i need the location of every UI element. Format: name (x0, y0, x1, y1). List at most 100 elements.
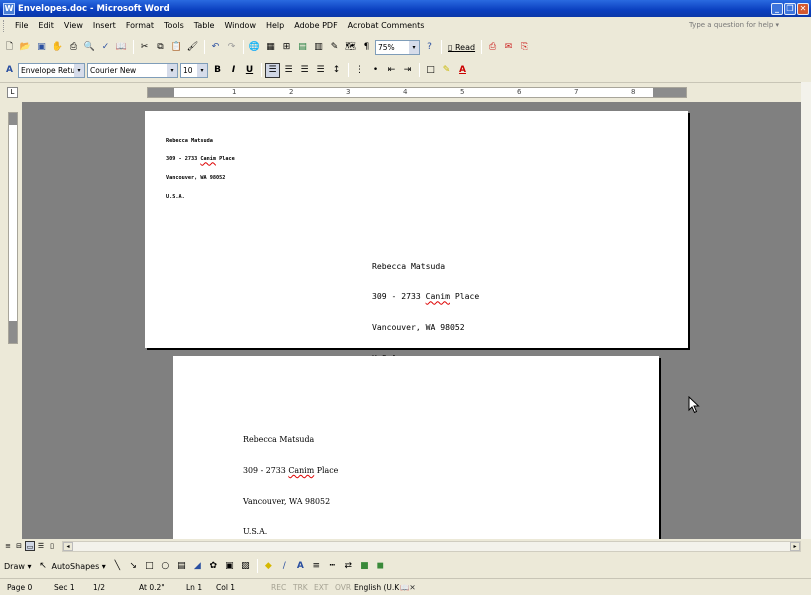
arrow-style-icon[interactable]: ⇄ (341, 559, 356, 574)
spelling-icon[interactable]: ✓ (98, 40, 113, 55)
menu-adobe-pdf[interactable]: Adobe PDF (289, 18, 342, 33)
return-address[interactable]: Rebecca Matsuda 309 - 2733 Canim Place V… (166, 125, 235, 213)
bullets-icon[interactable]: • (368, 63, 383, 78)
dash-style-icon[interactable]: ┅ (325, 559, 340, 574)
columns-icon[interactable]: ▥ (311, 40, 326, 55)
help-search-box[interactable]: Type a question for help ▾ (689, 19, 811, 31)
drawing-icon[interactable]: ✎ (327, 40, 342, 55)
styles-formatting-icon[interactable]: A (2, 63, 17, 78)
tables-borders-icon[interactable]: ▦ (263, 40, 278, 55)
cut-icon[interactable]: ✂ (137, 40, 152, 55)
insert-picture-icon[interactable]: ▨ (238, 559, 253, 574)
horizontal-scrollbar[interactable]: ◂ ▸ (62, 541, 801, 552)
new-document-icon[interactable]: 🗋 (2, 40, 17, 55)
redo-icon[interactable]: ↷ (224, 40, 239, 55)
zoom-select[interactable]: 75% ▾ (375, 39, 420, 55)
convert-pdf-icon[interactable]: ⎙ (485, 40, 500, 55)
draw-menu[interactable]: Draw ▾ (4, 562, 31, 571)
copy-icon[interactable]: ⧉ (153, 40, 168, 55)
save-icon[interactable]: ▣ (34, 40, 49, 55)
wordart-icon[interactable]: ◢ (190, 559, 205, 574)
help-icon[interactable]: ? (422, 40, 437, 55)
font-color-icon[interactable]: A (293, 559, 308, 574)
chevron-down-icon[interactable]: ▾ (74, 63, 84, 77)
word-app-icon[interactable]: W (3, 2, 15, 15)
outline-view-icon[interactable]: ☰ (36, 541, 46, 551)
open-folder-icon[interactable]: 📂 (18, 40, 33, 55)
vertical-scrollbar[interactable] (801, 82, 811, 539)
bold-button[interactable]: B (210, 63, 225, 78)
diagram-icon[interactable]: ✿ (206, 559, 221, 574)
text-box-icon[interactable]: ▤ (174, 559, 189, 574)
horizontal-ruler[interactable]: 1 2 3 4 5 6 7 8 (147, 87, 687, 98)
chevron-down-icon[interactable]: ▾ (409, 40, 419, 54)
convert-pdf-email-icon[interactable]: ✉ (501, 40, 516, 55)
print-preview-icon[interactable]: 🔍 (82, 40, 97, 55)
pdf-review-icon[interactable]: ⎘ (517, 40, 532, 55)
line-style-icon[interactable]: ≡ (309, 559, 324, 574)
envelope-page-1[interactable]: Rebecca Matsuda 309 - 2733 Canim Place V… (145, 111, 688, 363)
align-left-icon[interactable]: ☰ (265, 62, 280, 78)
align-right-icon[interactable]: ☰ (297, 63, 312, 78)
document-map-icon[interactable]: 🗺 (343, 40, 358, 55)
menu-insert[interactable]: Insert (88, 18, 121, 33)
menu-acrobat-comments[interactable]: Acrobat Comments (343, 18, 430, 33)
select-objects-icon[interactable]: ↖ (35, 559, 50, 574)
menu-file[interactable]: File (10, 18, 33, 33)
insert-excel-icon[interactable]: ▤ (295, 40, 310, 55)
show-hide-icon[interactable]: ¶ (359, 40, 374, 55)
status-trk[interactable]: TRK (293, 580, 308, 595)
fill-color-icon[interactable]: ◆ (261, 559, 276, 574)
arrow-icon[interactable]: ↘ (126, 559, 141, 574)
increase-indent-icon[interactable]: ⇥ (400, 63, 415, 78)
menu-view[interactable]: View (59, 18, 88, 33)
undo-icon[interactable]: ↶ (208, 40, 223, 55)
font-select[interactable]: Courier New ▾ (87, 62, 178, 78)
menu-grip[interactable] (3, 19, 7, 32)
scroll-right-icon[interactable]: ▸ (790, 542, 800, 551)
line-spacing-icon[interactable]: ↕ (329, 63, 344, 78)
scroll-left-icon[interactable]: ◂ (63, 542, 73, 551)
print-layout-icon[interactable]: ▭ (25, 541, 35, 551)
highlight-icon[interactable]: ✎ (439, 63, 454, 78)
research-icon[interactable]: 📖 (114, 40, 129, 55)
status-ext[interactable]: EXT (314, 580, 328, 595)
border-icon[interactable]: □ (423, 63, 438, 78)
menu-window[interactable]: Window (219, 18, 261, 33)
delivery-address[interactable]: Rebecca Matsuda 309 - 2733 Canim Place V… (243, 415, 338, 558)
menu-tools[interactable]: Tools (159, 18, 189, 33)
justify-icon[interactable]: ☰ (313, 63, 328, 78)
oval-icon[interactable]: ○ (158, 559, 173, 574)
envelope-page-2[interactable]: Rebecca Matsuda 309 - 2733 Canim Place V… (173, 356, 659, 539)
restore-icon[interactable]: ❐ (784, 2, 796, 15)
line-icon[interactable]: ╲ (110, 559, 125, 574)
numbering-icon[interactable]: ⋮ (352, 63, 367, 78)
normal-view-icon[interactable]: ≡ (3, 541, 13, 551)
vertical-ruler[interactable] (8, 112, 18, 344)
read-button[interactable]: ▯ Read (445, 40, 478, 55)
rectangle-icon[interactable]: □ (142, 559, 157, 574)
menu-edit[interactable]: Edit (33, 18, 59, 33)
minimize-icon[interactable]: _ (771, 2, 783, 15)
status-ovr[interactable]: OVR (335, 580, 351, 595)
font-color-icon[interactable]: A (455, 63, 470, 78)
align-center-icon[interactable]: ☰ (281, 63, 296, 78)
status-language[interactable]: English (U.K (354, 580, 399, 595)
style-select[interactable]: Envelope Retur ▾ (18, 62, 85, 78)
spelling-status-icon[interactable]: 📖✕ (400, 580, 416, 595)
clip-art-icon[interactable]: ▣ (222, 559, 237, 574)
underline-button[interactable]: U (242, 63, 257, 78)
decrease-indent-icon[interactable]: ⇤ (384, 63, 399, 78)
hyperlink-icon[interactable]: 🌐 (247, 40, 262, 55)
status-rec[interactable]: REC (271, 580, 286, 595)
line-color-icon[interactable]: ∕ (277, 559, 292, 574)
tab-selector-icon[interactable]: L (7, 87, 18, 98)
chevron-down-icon[interactable]: ▾ (197, 63, 207, 77)
web-layout-icon[interactable]: ⊟ (14, 541, 24, 551)
3d-style-icon[interactable]: ◼ (373, 559, 388, 574)
reading-layout-icon[interactable]: ▯ (47, 541, 57, 551)
menu-help[interactable]: Help (261, 18, 289, 33)
format-painter-icon[interactable]: 🖌 (185, 40, 200, 55)
chevron-down-icon[interactable]: ▾ (167, 63, 177, 77)
print-icon[interactable]: ⎙ (66, 40, 81, 55)
